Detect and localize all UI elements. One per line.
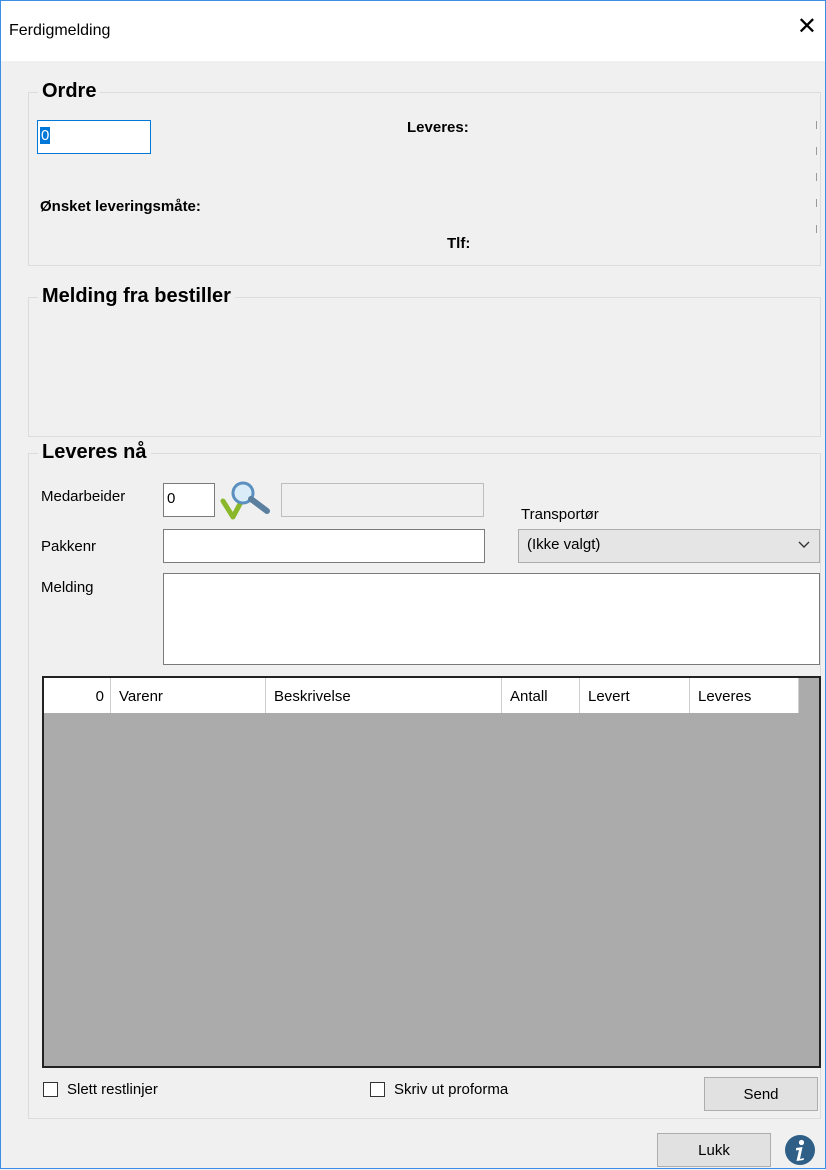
tlf-label: Tlf: [447, 235, 471, 252]
divider [816, 199, 817, 207]
melding-fra-bestiller-title: Melding fra bestiller [38, 285, 235, 308]
title-bar: Ferdigmelding ✕ [1, 1, 825, 61]
order-number-value: 0 [40, 127, 51, 144]
magnifier-check-icon[interactable] [219, 477, 271, 521]
window-title: Ferdigmelding [9, 22, 111, 39]
leveres-na-title: Leveres nå [38, 441, 151, 464]
transportor-selected: (Ikke valgt) [527, 536, 601, 553]
order-number-input[interactable]: 0 [37, 120, 151, 154]
chevron-down-icon [798, 541, 810, 548]
leveres-label: Leveres: [407, 119, 469, 136]
medarbeider-input[interactable]: 0 [163, 483, 215, 517]
column-header-varenr[interactable]: Varenr [111, 678, 266, 713]
info-icon[interactable] [784, 1134, 816, 1166]
column-header-leveres[interactable]: Leveres [690, 678, 799, 713]
melding-label: Melding [41, 579, 94, 596]
ordre-title: Ordre [38, 80, 101, 103]
slett-restlinjer-checkbox[interactable] [43, 1082, 58, 1097]
leveringsmate-label: Ønsket leveringsmåte: [40, 198, 201, 215]
dialog-window: Ferdigmelding ✕ Ordre 0 Leveres: Ønsket … [0, 0, 826, 1169]
grid-header: 0 Varenr Beskrivelse Antall Levert Lever… [44, 678, 799, 713]
melding-textarea[interactable] [163, 573, 820, 665]
skriv-ut-proforma-label: Skriv ut proforma [394, 1081, 509, 1098]
send-button[interactable]: Send [704, 1077, 818, 1111]
melding-fra-bestiller-group [28, 297, 821, 437]
column-header-beskrivelse[interactable]: Beskrivelse [266, 678, 502, 713]
divider [816, 147, 817, 155]
order-lines-grid[interactable]: 0 Varenr Beskrivelse Antall Levert Lever… [42, 676, 821, 1068]
close-icon[interactable]: ✕ [797, 15, 817, 39]
medarbeider-label: Medarbeider [41, 488, 126, 505]
pakkenr-input[interactable] [163, 529, 485, 563]
divider [816, 173, 817, 181]
slett-restlinjer-label: Slett restlinjer [67, 1081, 158, 1098]
column-header-row-count[interactable]: 0 [44, 678, 111, 713]
column-header-levert[interactable]: Levert [580, 678, 690, 713]
divider [816, 225, 817, 233]
transportor-select[interactable]: (Ikke valgt) [518, 529, 820, 563]
transportor-label: Transportør [521, 506, 599, 523]
column-header-antall[interactable]: Antall [502, 678, 580, 713]
divider [816, 121, 817, 129]
lukk-button[interactable]: Lukk [657, 1133, 771, 1167]
medarbeider-name-field [281, 483, 484, 517]
skriv-ut-proforma-checkbox[interactable] [370, 1082, 385, 1097]
pakkenr-label: Pakkenr [41, 538, 97, 555]
